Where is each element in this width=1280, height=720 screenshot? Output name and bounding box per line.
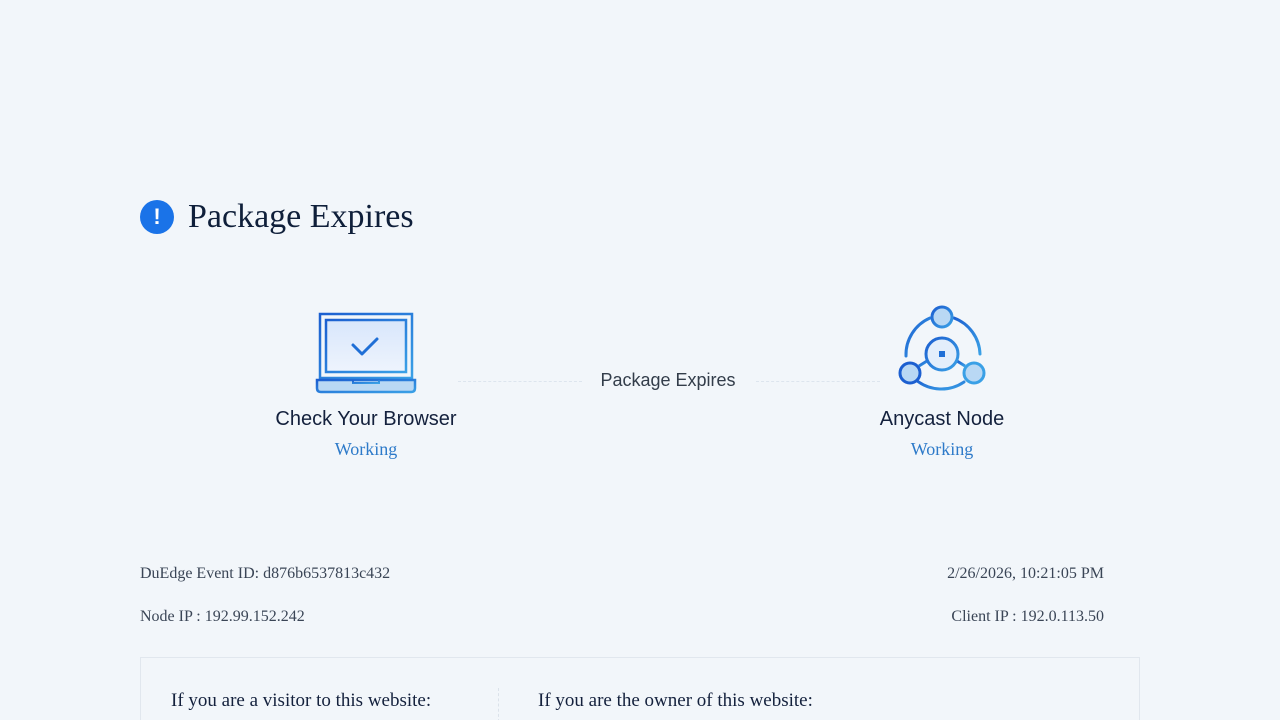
- visitor-heading: If you are a visitor to this website:: [171, 690, 432, 711]
- client-ip: Client IP : 192.0.113.50: [951, 608, 1104, 625]
- node-ip: Node IP : 192.99.152.242: [140, 608, 305, 625]
- help-divider: [498, 688, 499, 720]
- help-panel: If you are a visitor to this website: If…: [140, 657, 1140, 720]
- connector-line: [458, 381, 582, 382]
- node-status: Working: [910, 439, 974, 459]
- node-status: Working: [334, 439, 398, 459]
- node-name: Check Your Browser: [275, 408, 457, 430]
- page-title: Package Expires: [188, 198, 414, 235]
- node-name: Anycast Node: [879, 408, 1005, 430]
- timestamp: 2/26/2026, 10:21:05 PM: [947, 565, 1104, 582]
- middle-status-label: Package Expires: [600, 370, 736, 390]
- laptop-check-icon: [246, 302, 486, 396]
- anycast-node: Anycast Node Working: [822, 302, 1062, 460]
- browser-check-node: Check Your Browser Working: [246, 302, 486, 460]
- network-node-icon: [822, 302, 1062, 396]
- event-id: DuEdge Event ID: d876b6537813c432: [140, 565, 391, 582]
- owner-heading: If you are the owner of this website:: [538, 690, 813, 711]
- page-header: ! Package Expires: [140, 198, 414, 236]
- exclamation-icon: !: [140, 200, 174, 234]
